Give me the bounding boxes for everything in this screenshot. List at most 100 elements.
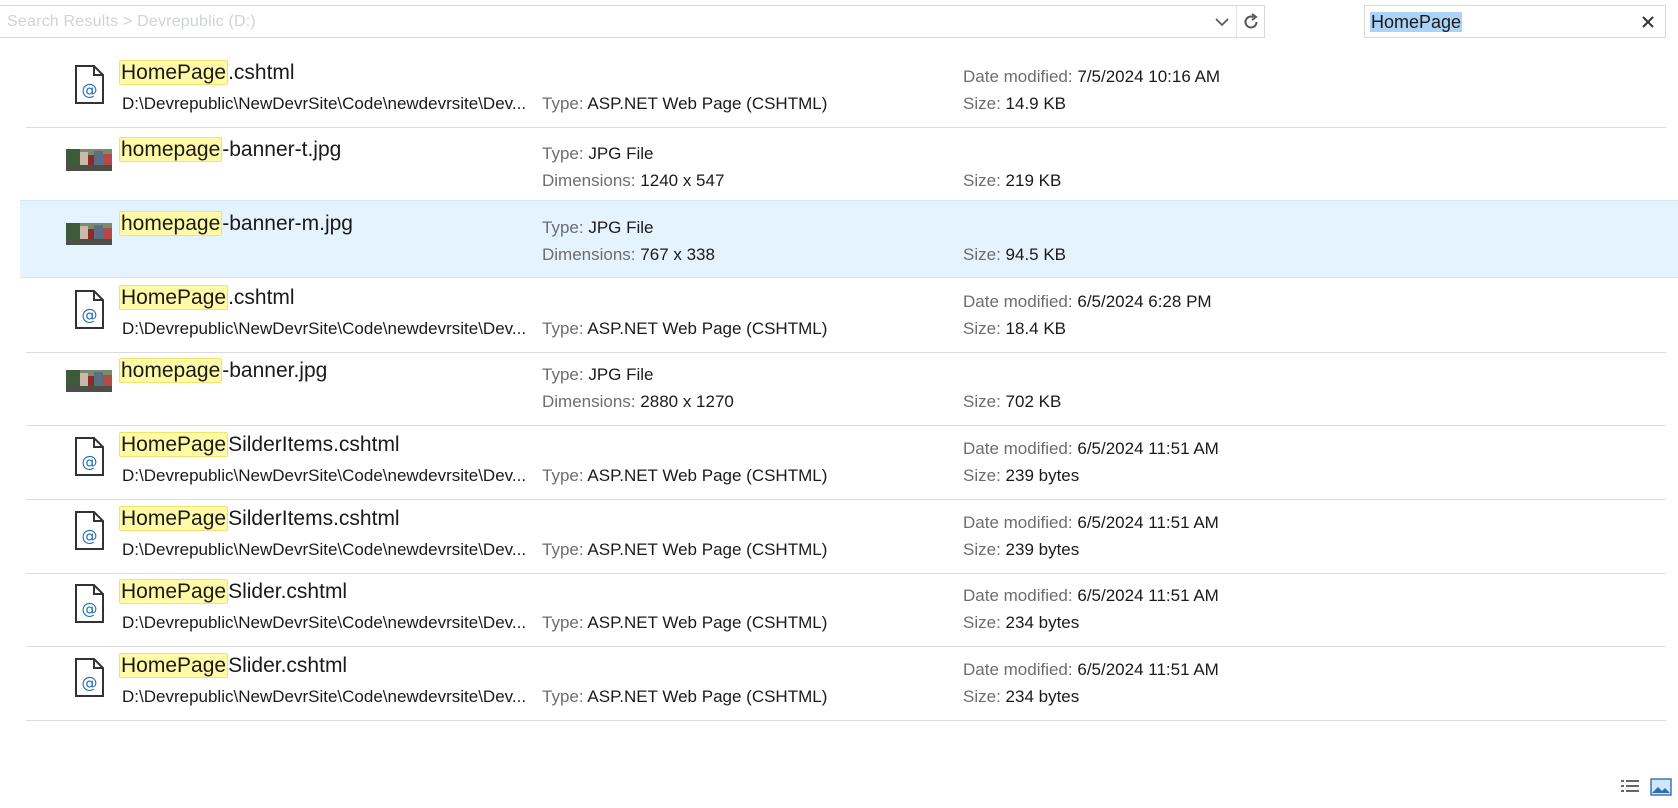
result-row[interactable]: @ HomePage.cshtml D:\Devrepublic\NewDevrSi… bbox=[26, 50, 1666, 128]
file-type: Type: ASP.NET Web Page (CSHTML) bbox=[542, 613, 827, 633]
file-name-rest: -banner.jpg bbox=[222, 359, 328, 382]
date-modified: Date modified: 6/5/2024 11:51 AM bbox=[963, 513, 1219, 533]
file-type: Type: ASP.NET Web Page (CSHTML) bbox=[542, 94, 827, 114]
date-modified-value: 6/5/2024 11:51 AM bbox=[1077, 439, 1219, 458]
size-value: 702 KB bbox=[1005, 392, 1062, 411]
type-label: Type: bbox=[542, 365, 584, 384]
file-size: Size: 94.5 KB bbox=[963, 245, 1066, 265]
dimensions-label: Dimensions: bbox=[542, 392, 636, 411]
file-type: Type: ASP.NET Web Page (CSHTML) bbox=[542, 687, 827, 707]
type-label: Type: bbox=[542, 613, 584, 632]
type-label: Type: bbox=[542, 218, 584, 237]
date-modified-value: 6/5/2024 6:28 PM bbox=[1077, 292, 1212, 311]
file-size: Size: 14.9 KB bbox=[963, 94, 1066, 114]
file-name[interactable]: homepage-banner-t.jpg bbox=[119, 135, 341, 165]
size-label: Size: bbox=[963, 392, 1001, 411]
svg-text:@: @ bbox=[82, 452, 98, 471]
date-modified-value: 6/5/2024 11:51 AM bbox=[1077, 660, 1219, 679]
refresh-icon[interactable] bbox=[1236, 6, 1264, 37]
type-label: Type: bbox=[542, 466, 584, 485]
cshtml-file-icon: @ bbox=[70, 582, 108, 626]
svg-text:@: @ bbox=[82, 305, 98, 324]
file-name[interactable]: homepage-banner.jpg bbox=[119, 356, 327, 386]
date-modified-label: Date modified: bbox=[963, 439, 1073, 458]
file-name[interactable]: HomePageSilderItems.cshtml bbox=[119, 430, 400, 460]
search-input[interactable]: HomePage bbox=[1370, 12, 1463, 32]
size-label: Size: bbox=[963, 94, 1001, 113]
file-type: Type: ASP.NET Web Page (CSHTML) bbox=[542, 319, 827, 339]
search-match-highlight: HomePage bbox=[119, 506, 229, 531]
file-name-rest: -banner-m.jpg bbox=[222, 212, 353, 235]
result-row[interactable]: @ HomePageSilderItems.cshtml D:\Devrepubli… bbox=[26, 496, 1666, 574]
type-label: Type: bbox=[542, 144, 584, 163]
large-icons-view-icon[interactable] bbox=[1650, 778, 1672, 801]
size-label: Size: bbox=[963, 245, 1001, 264]
size-value: 14.9 KB bbox=[1005, 94, 1067, 113]
file-path: D:\Devrepublic\NewDevrSite\Code\newdevrs… bbox=[122, 613, 527, 632]
type-value: JPG File bbox=[588, 218, 654, 237]
dimensions-value: 1240 x 547 bbox=[640, 171, 725, 190]
size-label: Size: bbox=[963, 466, 1001, 485]
file-type: Type: JPG File bbox=[542, 365, 654, 385]
address-breadcrumb[interactable]: Search Results > Devrepublic (D:) bbox=[7, 13, 256, 31]
date-modified: Date modified: 6/5/2024 6:28 PM bbox=[963, 292, 1212, 312]
result-row[interactable]: homepage-banner-m.jpg Type: JPG File Dimen… bbox=[20, 200, 1678, 278]
file-type: Type: JPG File bbox=[542, 144, 654, 164]
search-match-highlight: homepage bbox=[119, 137, 223, 162]
svg-text:@: @ bbox=[82, 526, 98, 545]
search-match-highlight: HomePage bbox=[119, 432, 229, 457]
date-modified: Date modified: 6/5/2024 11:51 AM bbox=[963, 439, 1219, 459]
size-value: 234 bytes bbox=[1005, 613, 1080, 632]
file-type: Type: ASP.NET Web Page (CSHTML) bbox=[542, 466, 827, 486]
file-name[interactable]: HomePage.cshtml bbox=[119, 283, 295, 313]
date-modified: Date modified: 6/5/2024 11:51 AM bbox=[963, 660, 1219, 680]
file-name-rest: .cshtml bbox=[228, 286, 295, 309]
details-view-icon[interactable] bbox=[1620, 778, 1640, 801]
search-match-highlight: homepage bbox=[119, 358, 223, 383]
close-icon[interactable] bbox=[1637, 10, 1659, 34]
dimensions-value: 2880 x 1270 bbox=[640, 392, 734, 411]
view-switcher bbox=[1620, 778, 1672, 801]
result-row[interactable]: @ HomePageSlider.cshtml D:\Devrepublic\New… bbox=[26, 569, 1666, 647]
type-label: Type: bbox=[542, 94, 584, 113]
file-name[interactable]: homepage-banner-m.jpg bbox=[119, 209, 353, 239]
size-label: Size: bbox=[963, 171, 1001, 190]
size-value: 18.4 KB bbox=[1005, 319, 1067, 338]
type-value: ASP.NET Web Page (CSHTML) bbox=[587, 613, 828, 632]
file-name-rest: -banner-t.jpg bbox=[222, 138, 342, 161]
result-row[interactable]: @ HomePageSilderItems.cshtml D:\Devrepubli… bbox=[26, 422, 1666, 500]
search-match-highlight: homepage bbox=[119, 211, 223, 236]
date-modified-label: Date modified: bbox=[963, 660, 1073, 679]
result-row[interactable]: @ HomePage.cshtml D:\Devrepublic\NewDevrSi… bbox=[26, 275, 1666, 353]
cshtml-file-icon: @ bbox=[70, 63, 108, 107]
type-value: ASP.NET Web Page (CSHTML) bbox=[587, 540, 828, 559]
search-match-highlight: HomePage bbox=[119, 285, 229, 310]
cshtml-file-icon: @ bbox=[70, 288, 108, 332]
file-path: D:\Devrepublic\NewDevrSite\Code\newdevrs… bbox=[122, 687, 527, 706]
result-row[interactable]: @ HomePageSlider.cshtml D:\Devrepublic\New… bbox=[26, 643, 1666, 721]
file-name[interactable]: HomePageSlider.cshtml bbox=[119, 577, 347, 607]
file-size: Size: 239 bytes bbox=[963, 540, 1079, 560]
result-row[interactable]: homepage-banner-t.jpg Type: JPG File Dimen… bbox=[26, 127, 1666, 205]
file-size: Size: 234 bytes bbox=[963, 613, 1079, 633]
file-size: Size: 234 bytes bbox=[963, 687, 1079, 707]
svg-text:@: @ bbox=[82, 673, 98, 692]
file-name-rest: .cshtml bbox=[228, 61, 295, 84]
type-label: Type: bbox=[542, 319, 584, 338]
date-modified: Date modified: 6/5/2024 11:51 AM bbox=[963, 586, 1219, 606]
type-value: ASP.NET Web Page (CSHTML) bbox=[587, 94, 828, 113]
address-bar[interactable]: Search Results > Devrepublic (D:) bbox=[0, 5, 1265, 38]
size-value: 94.5 KB bbox=[1005, 245, 1067, 264]
result-row[interactable]: homepage-banner.jpg Type: JPG File Dimensi… bbox=[26, 348, 1666, 426]
size-value: 239 bytes bbox=[1005, 540, 1080, 559]
size-value: 219 KB bbox=[1005, 171, 1062, 190]
file-name[interactable]: HomePageSilderItems.cshtml bbox=[119, 504, 400, 534]
file-name[interactable]: HomePage.cshtml bbox=[119, 58, 295, 88]
chevron-down-icon[interactable] bbox=[1210, 6, 1234, 37]
size-label: Size: bbox=[963, 319, 1001, 338]
type-value: JPG File bbox=[588, 365, 654, 384]
file-size: Size: 219 KB bbox=[963, 171, 1061, 191]
file-path: D:\Devrepublic\NewDevrSite\Code\newdevrs… bbox=[122, 94, 527, 113]
file-name[interactable]: HomePageSlider.cshtml bbox=[119, 651, 347, 681]
search-box[interactable]: HomePage bbox=[1364, 5, 1666, 38]
